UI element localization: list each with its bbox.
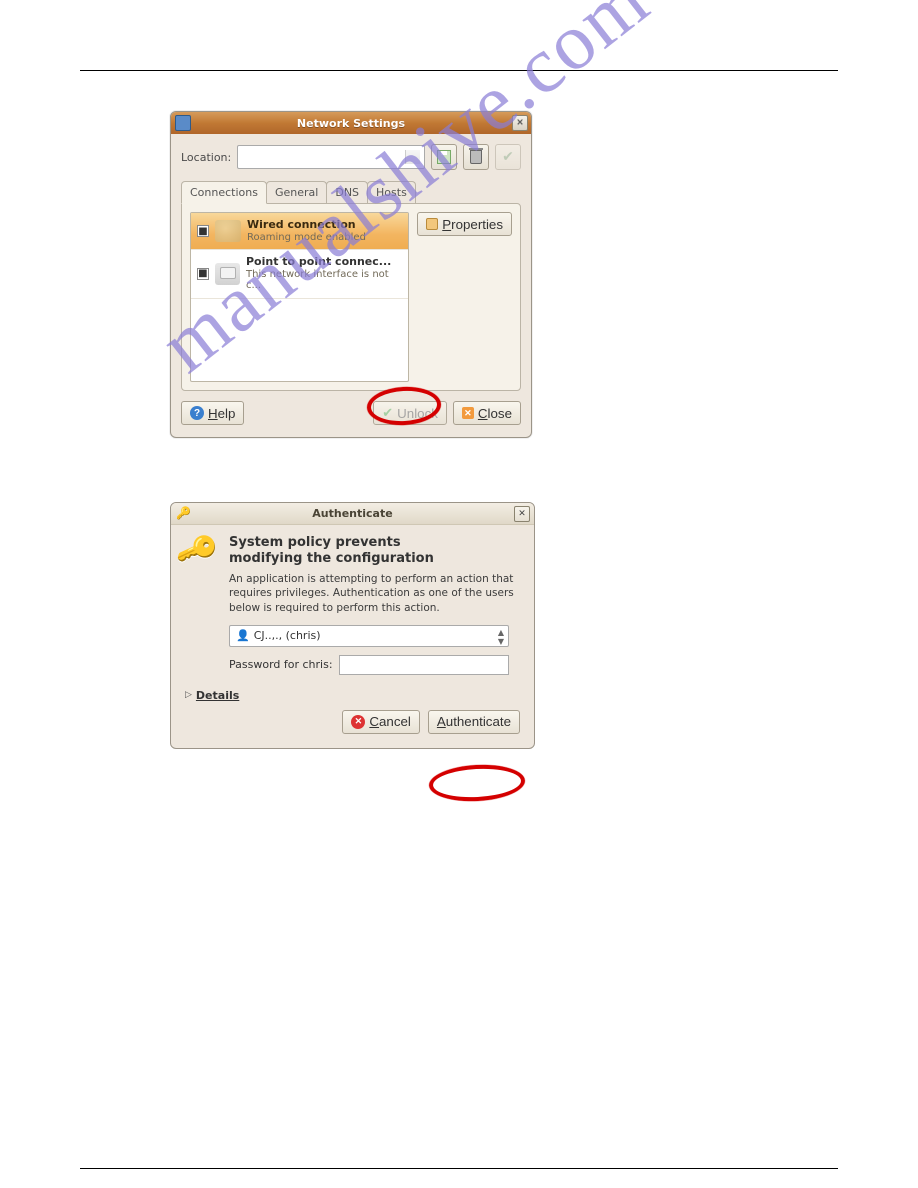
person-icon: 👤 (236, 629, 250, 642)
password-label: Password for chris: (229, 658, 333, 671)
check-icon: ✔ (502, 149, 514, 165)
save-location-button[interactable] (431, 144, 457, 170)
connection-sub: Roaming mode enabled (247, 232, 366, 244)
properties-button[interactable]: Properties (417, 212, 512, 236)
trash-icon (470, 150, 482, 164)
combo-spinner-icon: ▲▼ (409, 149, 419, 165)
tab-panel-connections: ■ Wired connection Roaming mode enabled … (181, 203, 521, 391)
close-icon: ✕ (462, 407, 474, 419)
properties-icon (426, 218, 438, 230)
apply-button: ✔ (495, 144, 521, 170)
cancel-icon: ✕ (351, 715, 365, 729)
dialog-titlebar: 🔑 Authenticate ✕ (171, 503, 534, 525)
user-select[interactable]: 👤 CJ..,., (chris) ▲▼ (229, 625, 509, 647)
page-rule-bottom (80, 1168, 838, 1169)
window-titlebar: Network Settings ✕ (171, 112, 531, 134)
key-icon: 🔑 (176, 506, 191, 520)
close-button[interactable]: ✕ Close (453, 401, 521, 425)
keys-illustration-icon: 🔑 (174, 528, 221, 574)
location-combo[interactable]: ▲▼ (237, 145, 425, 169)
tabset: Connections General DNS Hosts (181, 180, 521, 203)
tab-general[interactable]: General (266, 181, 327, 203)
connection-list[interactable]: ■ Wired connection Roaming mode enabled … (190, 212, 409, 382)
dialog-title: Authenticate (312, 507, 392, 520)
checkbox[interactable]: ■ (197, 268, 209, 280)
floppy-icon (437, 150, 451, 164)
delete-location-button[interactable] (463, 144, 489, 170)
help-button[interactable]: ? Help (181, 401, 244, 425)
list-item[interactable]: ■ Wired connection Roaming mode enabled (191, 213, 408, 250)
details-label: Details (196, 689, 239, 702)
password-input[interactable] (339, 655, 509, 675)
triangle-right-icon: ▷ (185, 690, 192, 700)
connection-name: Point to point connec... (246, 256, 402, 269)
unlock-icon: ✔ (382, 405, 393, 421)
connection-name: Wired connection (247, 219, 366, 232)
nic-icon (215, 220, 241, 242)
dialog-description: An application is attempting to perform … (229, 572, 520, 615)
connection-sub: This network interface is not c... (246, 269, 402, 292)
list-item[interactable]: ■ Point to point connec... This network … (191, 250, 408, 299)
window-close-button[interactable]: ✕ (512, 115, 528, 131)
dialog-heading: System policy prevents modifying the con… (229, 535, 520, 566)
tab-hosts[interactable]: Hosts (367, 181, 416, 203)
details-expander[interactable]: ▷ Details (185, 689, 520, 702)
dialog-close-button[interactable]: ✕ (514, 506, 530, 522)
combo-spinner-icon: ▲▼ (498, 628, 504, 646)
modem-icon (215, 263, 240, 285)
page-rule-top (80, 70, 838, 71)
checkbox[interactable]: ■ (197, 225, 209, 237)
window-app-icon (175, 115, 191, 131)
unlock-button[interactable]: ✔ Unlock (373, 401, 447, 425)
window-title: Network Settings (297, 117, 405, 130)
authenticate-dialog: 🔑 Authenticate ✕ 🔑 System policy prevent… (170, 502, 535, 749)
tab-connections[interactable]: Connections (181, 181, 267, 204)
user-selected: CJ..,., (chris) (254, 629, 321, 642)
tab-dns[interactable]: DNS (326, 181, 368, 203)
authenticate-button[interactable]: Authenticate (428, 710, 520, 734)
cancel-button[interactable]: ✕ Cancel (342, 710, 420, 734)
network-settings-window: Network Settings ✕ Location: ▲▼ ✔ Connec… (170, 111, 532, 438)
location-label: Location: (181, 151, 231, 164)
annotation-circle (428, 763, 526, 804)
help-icon: ? (190, 406, 204, 420)
